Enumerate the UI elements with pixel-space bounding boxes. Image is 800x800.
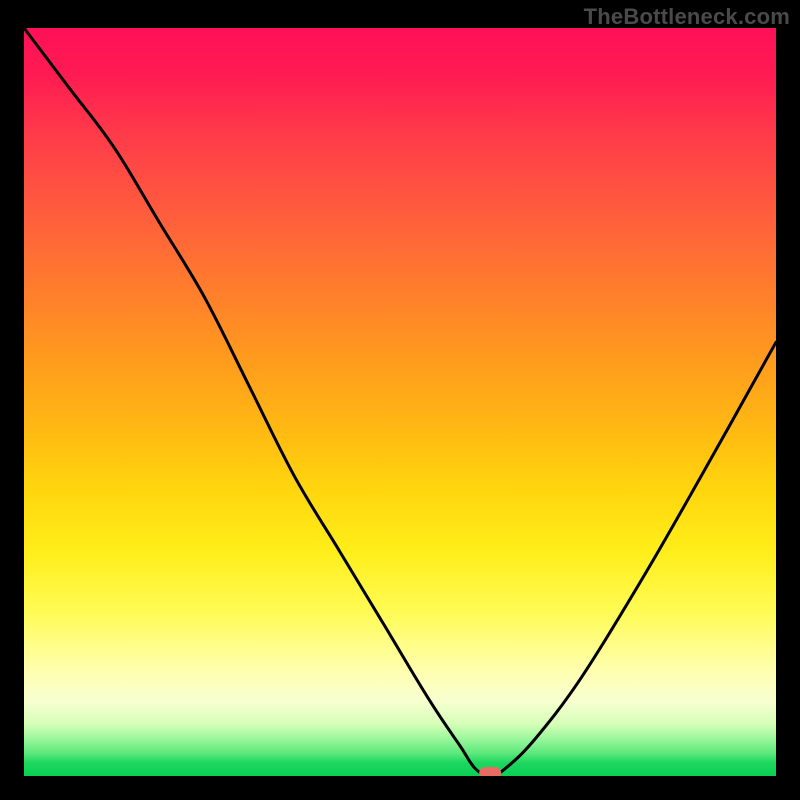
bottleneck-curve-svg: [24, 28, 776, 776]
bottleneck-curve-path: [24, 28, 776, 776]
minimum-marker: [479, 767, 501, 776]
watermark-text: TheBottleneck.com: [584, 4, 790, 30]
chart-frame: TheBottleneck.com: [0, 0, 800, 800]
plot-area: [24, 28, 776, 776]
